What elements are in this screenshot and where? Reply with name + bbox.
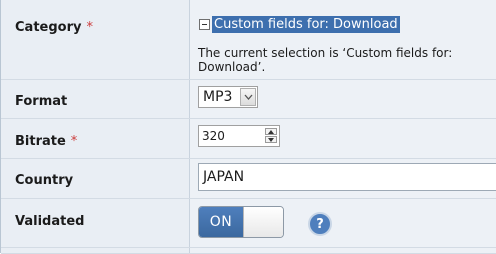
bitrate-label: Bitrate *	[15, 134, 78, 149]
next-row-edge	[1, 248, 496, 254]
format-selected-value: MP3	[203, 89, 233, 105]
category-selection-note: The current selection is ‘Custom fields …	[198, 46, 453, 74]
toggle-on-label: ON	[199, 207, 243, 237]
format-label: Format	[15, 94, 68, 109]
category-label: Category *	[15, 20, 93, 35]
stepper-down-icon[interactable]	[265, 136, 277, 143]
format-select[interactable]: MP3	[198, 86, 258, 108]
validated-label: Validated	[15, 214, 85, 229]
format-row: Format MP3	[1, 80, 496, 119]
chevron-down-icon[interactable]	[240, 88, 256, 106]
bitrate-stepper[interactable]: 320	[198, 125, 280, 147]
bitrate-row: Bitrate * 320	[1, 119, 496, 159]
country-label: Country	[15, 173, 74, 188]
country-row: Country JAPAN	[1, 159, 496, 199]
country-input[interactable]: JAPAN	[198, 163, 496, 191]
required-marker: *	[86, 20, 93, 35]
stepper-up-icon[interactable]	[265, 128, 277, 135]
toggle-knob[interactable]	[243, 207, 283, 237]
validated-toggle[interactable]: ON	[198, 206, 284, 238]
category-tree-selected-item[interactable]: Custom fields for: Download	[212, 16, 400, 33]
category-row: Category * Custom fields for: Download Th…	[1, 0, 496, 80]
help-icon[interactable]: ?	[308, 212, 332, 236]
bitrate-value: 320	[202, 129, 225, 143]
custom-fields-form: Category * Custom fields for: Download Th…	[0, 0, 496, 254]
validated-row: Validated ON ?	[1, 199, 496, 248]
required-marker: *	[70, 134, 78, 149]
country-value: JAPAN	[203, 169, 245, 185]
collapse-icon[interactable]	[199, 19, 210, 30]
